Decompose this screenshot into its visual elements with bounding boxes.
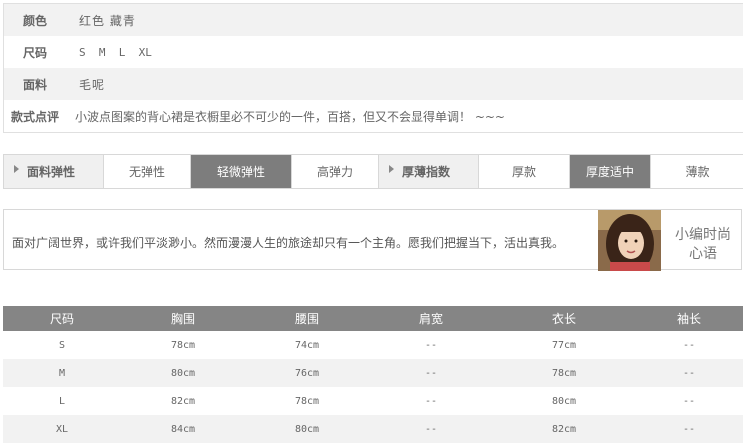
size-table: 尺码 胸围 腰围 肩宽 衣长 袖长 S 78cm 74cm -- 77cm --… xyxy=(3,306,743,443)
table-row: XL 84cm 80cm -- 82cm -- xyxy=(3,415,743,443)
col-header: 尺码 xyxy=(3,306,121,331)
attr-value: 毛呢 xyxy=(79,77,106,92)
table-cell: M xyxy=(3,359,121,387)
table-cell: 82cm xyxy=(170,395,196,407)
attr-label: 款式点评 xyxy=(10,109,59,124)
table-cell: 78cm xyxy=(493,359,635,387)
table-cell: 78cm xyxy=(170,339,196,351)
table-cell: -- xyxy=(424,395,438,407)
attr-value: S M L XL xyxy=(79,45,152,59)
table-cell: 78cm xyxy=(294,395,320,407)
table-cell: -- xyxy=(369,359,493,387)
table-cell: 76cm xyxy=(245,359,369,387)
product-attributes: 颜色 红色 藏青 尺码 S M L XL 面料 毛呢 款式点评 小波点图案的背心… xyxy=(3,3,743,133)
attr-row-review: 款式点评 小波点图案的背心裙是衣橱里必不可少的一件，百搭，但又不会显得单调！ ~… xyxy=(4,100,743,132)
table-cell: 80cm xyxy=(245,415,369,443)
spec-option: 高弹力 xyxy=(292,155,379,188)
attr-label: 颜色 xyxy=(22,13,47,28)
spec-option-selected: 厚度适中 xyxy=(570,155,651,188)
table-cell: 82cm xyxy=(493,415,635,443)
elasticity-heading: 面料弹性 xyxy=(4,155,104,188)
col-header: 衣长 xyxy=(493,306,635,331)
size-table-header: 尺码 胸围 腰围 肩宽 衣长 袖长 xyxy=(3,306,743,331)
col-header: 肩宽 xyxy=(369,306,493,331)
spec-bar: 面料弹性 无弹性 轻微弹性 高弹力 厚薄指数 厚款 厚度适中 薄款 xyxy=(3,154,743,189)
note-title-line: 心语 xyxy=(689,246,717,262)
table-cell: XL xyxy=(3,415,121,443)
thickness-heading: 厚薄指数 xyxy=(379,155,479,188)
col-header: 胸围 xyxy=(121,306,245,331)
col-header: 袖长 xyxy=(635,306,743,331)
attr-row-color: 颜色 红色 藏青 xyxy=(4,4,743,36)
editor-photo xyxy=(598,210,661,271)
table-cell: 74cm xyxy=(294,339,320,351)
attr-label: 尺码 xyxy=(22,45,47,60)
table-row: M 80cm 76cm -- 78cm -- xyxy=(3,359,743,387)
thickness-title: 厚薄指数 xyxy=(402,165,451,179)
note-title: 小编时尚 心语 xyxy=(666,226,740,264)
table-cell: -- xyxy=(635,415,743,443)
editor-note: 面对广阔世界，或许我们平淡渺小。然而漫漫人生的旅途却只有一个主角。愿我们把握当下… xyxy=(3,209,742,271)
table-cell: -- xyxy=(424,339,438,351)
attr-value: 小波点图案的背心裙是衣橱里必不可少的一件，百搭，但又不会显得单调！ ~~~ xyxy=(75,109,505,124)
note-text: 面对广阔世界，或许我们平淡渺小。然而漫漫人生的旅途却只有一个主角。愿我们把握当下… xyxy=(12,236,565,250)
table-cell: -- xyxy=(682,395,696,407)
attr-value: 红色 藏青 xyxy=(79,13,136,28)
table-cell: 80cm xyxy=(551,395,577,407)
editor-portrait-image xyxy=(598,210,661,271)
spec-option: 厚款 xyxy=(479,155,570,188)
table-cell: 84cm xyxy=(121,415,245,443)
spec-option: 薄款 xyxy=(685,165,710,179)
table-cell: 80cm xyxy=(121,359,245,387)
table-cell: -- xyxy=(635,359,743,387)
table-cell: L xyxy=(58,395,66,407)
attr-label: 面料 xyxy=(22,77,47,92)
note-title-line: 小编时尚 xyxy=(675,227,731,243)
table-cell: -- xyxy=(369,415,493,443)
attr-row-size: 尺码 S M L XL xyxy=(4,36,743,68)
table-row: S 78cm 74cm -- 77cm -- xyxy=(3,331,743,359)
spec-option: 无弹性 xyxy=(104,155,191,188)
triangle-right-icon xyxy=(389,164,394,173)
table-row: L 82cm 78cm -- 80cm -- xyxy=(3,387,743,415)
spec-option-selected: 轻微弹性 xyxy=(191,155,292,188)
table-cell: 77cm xyxy=(551,339,577,351)
attr-row-fabric: 面料 毛呢 xyxy=(4,68,743,100)
triangle-right-icon xyxy=(14,164,19,173)
elasticity-title: 面料弹性 xyxy=(27,165,76,179)
table-cell: S xyxy=(58,339,66,351)
col-header: 腰围 xyxy=(245,306,369,331)
table-cell: -- xyxy=(682,339,696,351)
